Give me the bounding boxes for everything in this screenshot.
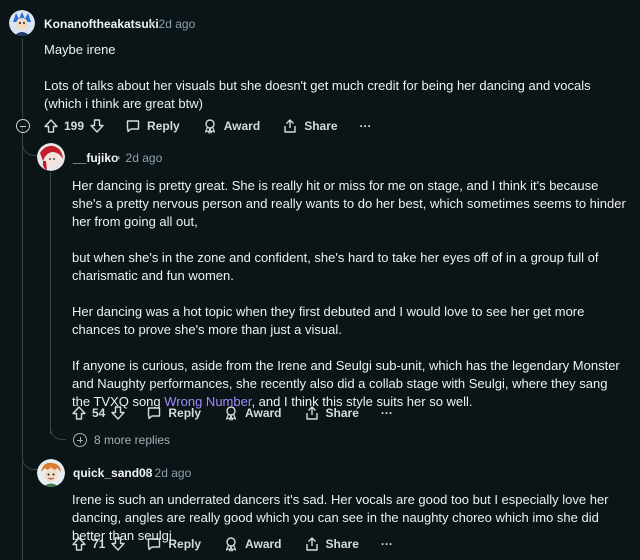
reply-label: Reply [168,406,202,420]
avatar[interactable] [9,10,35,36]
timestamp: • 2d ago [145,466,191,480]
timestamp: • 2d ago [116,151,162,165]
downvote-icon [111,537,126,551]
thread-line-reply[interactable] [50,172,51,434]
downvote-icon [90,119,104,133]
avatar[interactable] [37,459,65,487]
time-ago: 2d ago [154,466,192,480]
comment-icon [148,538,161,551]
collapse-icon[interactable] [16,119,30,133]
award-icon [204,119,215,134]
share-button[interactable]: Share [304,405,359,421]
award-button[interactable]: Award [223,405,282,421]
award-label: Award [245,537,282,551]
vote-count: 54 [92,406,106,420]
more-options-button[interactable]: ··· [360,119,372,133]
separator: • [145,466,150,480]
upvote-icon [44,119,58,133]
reply-button[interactable]: Reply [125,118,180,134]
separator: • [116,151,121,165]
more-options-icon: ··· [380,537,393,551]
award-icon [225,406,237,421]
time-ago: 2d ago [125,151,163,165]
share-label: Share [325,406,359,420]
more-replies-label: 8 more replies [94,433,171,447]
thread-line-main[interactable] [22,38,23,118]
comment-paragraph: Her dancing was a hot topic when they fi… [72,304,585,337]
share-icon [305,537,318,551]
upvote-button[interactable] [43,118,59,134]
thread-line-curve-third [22,440,38,470]
avatar[interactable] [37,143,65,171]
upvote-button[interactable] [71,536,87,552]
more-options-icon: ··· [380,406,393,420]
timestamp: • 2d ago [149,17,195,31]
upvote-icon [72,537,86,551]
share-button[interactable]: Share [282,118,338,134]
comment-paragraph: Her dancing is pretty great. She is real… [72,178,626,229]
reply-button[interactable]: Reply [146,405,201,421]
more-options-icon: ··· [359,119,372,133]
award-icon [225,537,237,552]
comment-actions: 54 Reply Award Share ··· [71,402,393,424]
separator: • [149,17,154,31]
thread-line-main-lower[interactable] [22,136,23,560]
username[interactable]: __fujiko [73,151,118,165]
share-label: Share [304,119,338,133]
comment-body: Her dancing is pretty great. She is real… [72,177,627,411]
username[interactable]: quick_sand08 [73,466,152,480]
share-icon [284,119,296,133]
comment-actions: 199 Reply Award Share ··· [43,115,372,137]
award-button[interactable]: Award [202,118,260,134]
comment-paragraph: but when she's in the zone and confident… [72,250,599,283]
username[interactable]: Konanoftheakatsuki [44,17,159,31]
comment-paragraph: Maybe irene [44,42,116,57]
upvote-icon [72,406,86,420]
reply-label: Reply [168,537,202,551]
upvote-button[interactable] [71,405,87,421]
downvote-button[interactable] [110,536,126,552]
share-icon [305,406,318,420]
more-options-button[interactable]: ··· [381,537,393,551]
comment-body: Maybe irene Lots of talks about her visu… [44,41,624,113]
award-label: Award [245,406,282,420]
vote-count: 71 [92,537,106,551]
comment-actions: 71 Reply Award Share ··· [71,533,393,555]
time-ago: 2d ago [158,17,196,31]
more-options-button[interactable]: ··· [381,406,393,420]
comment-icon [126,120,140,133]
share-label: Share [325,537,359,551]
award-label: Award [223,119,261,133]
expand-icon [73,433,87,447]
downvote-button[interactable] [110,405,126,421]
award-button[interactable]: Award [223,536,282,552]
comment-paragraph: Lots of talks about her visuals but she … [44,78,591,111]
reply-label: Reply [147,119,180,133]
downvote-button[interactable] [89,118,105,134]
reply-button[interactable]: Reply [146,536,201,552]
downvote-icon [111,406,126,420]
share-button[interactable]: Share [304,536,359,552]
comment-icon [148,407,161,420]
more-replies-button[interactable]: 8 more replies [73,433,170,447]
thread-line-curve-reply [50,420,66,440]
vote-count: 199 [64,119,85,133]
